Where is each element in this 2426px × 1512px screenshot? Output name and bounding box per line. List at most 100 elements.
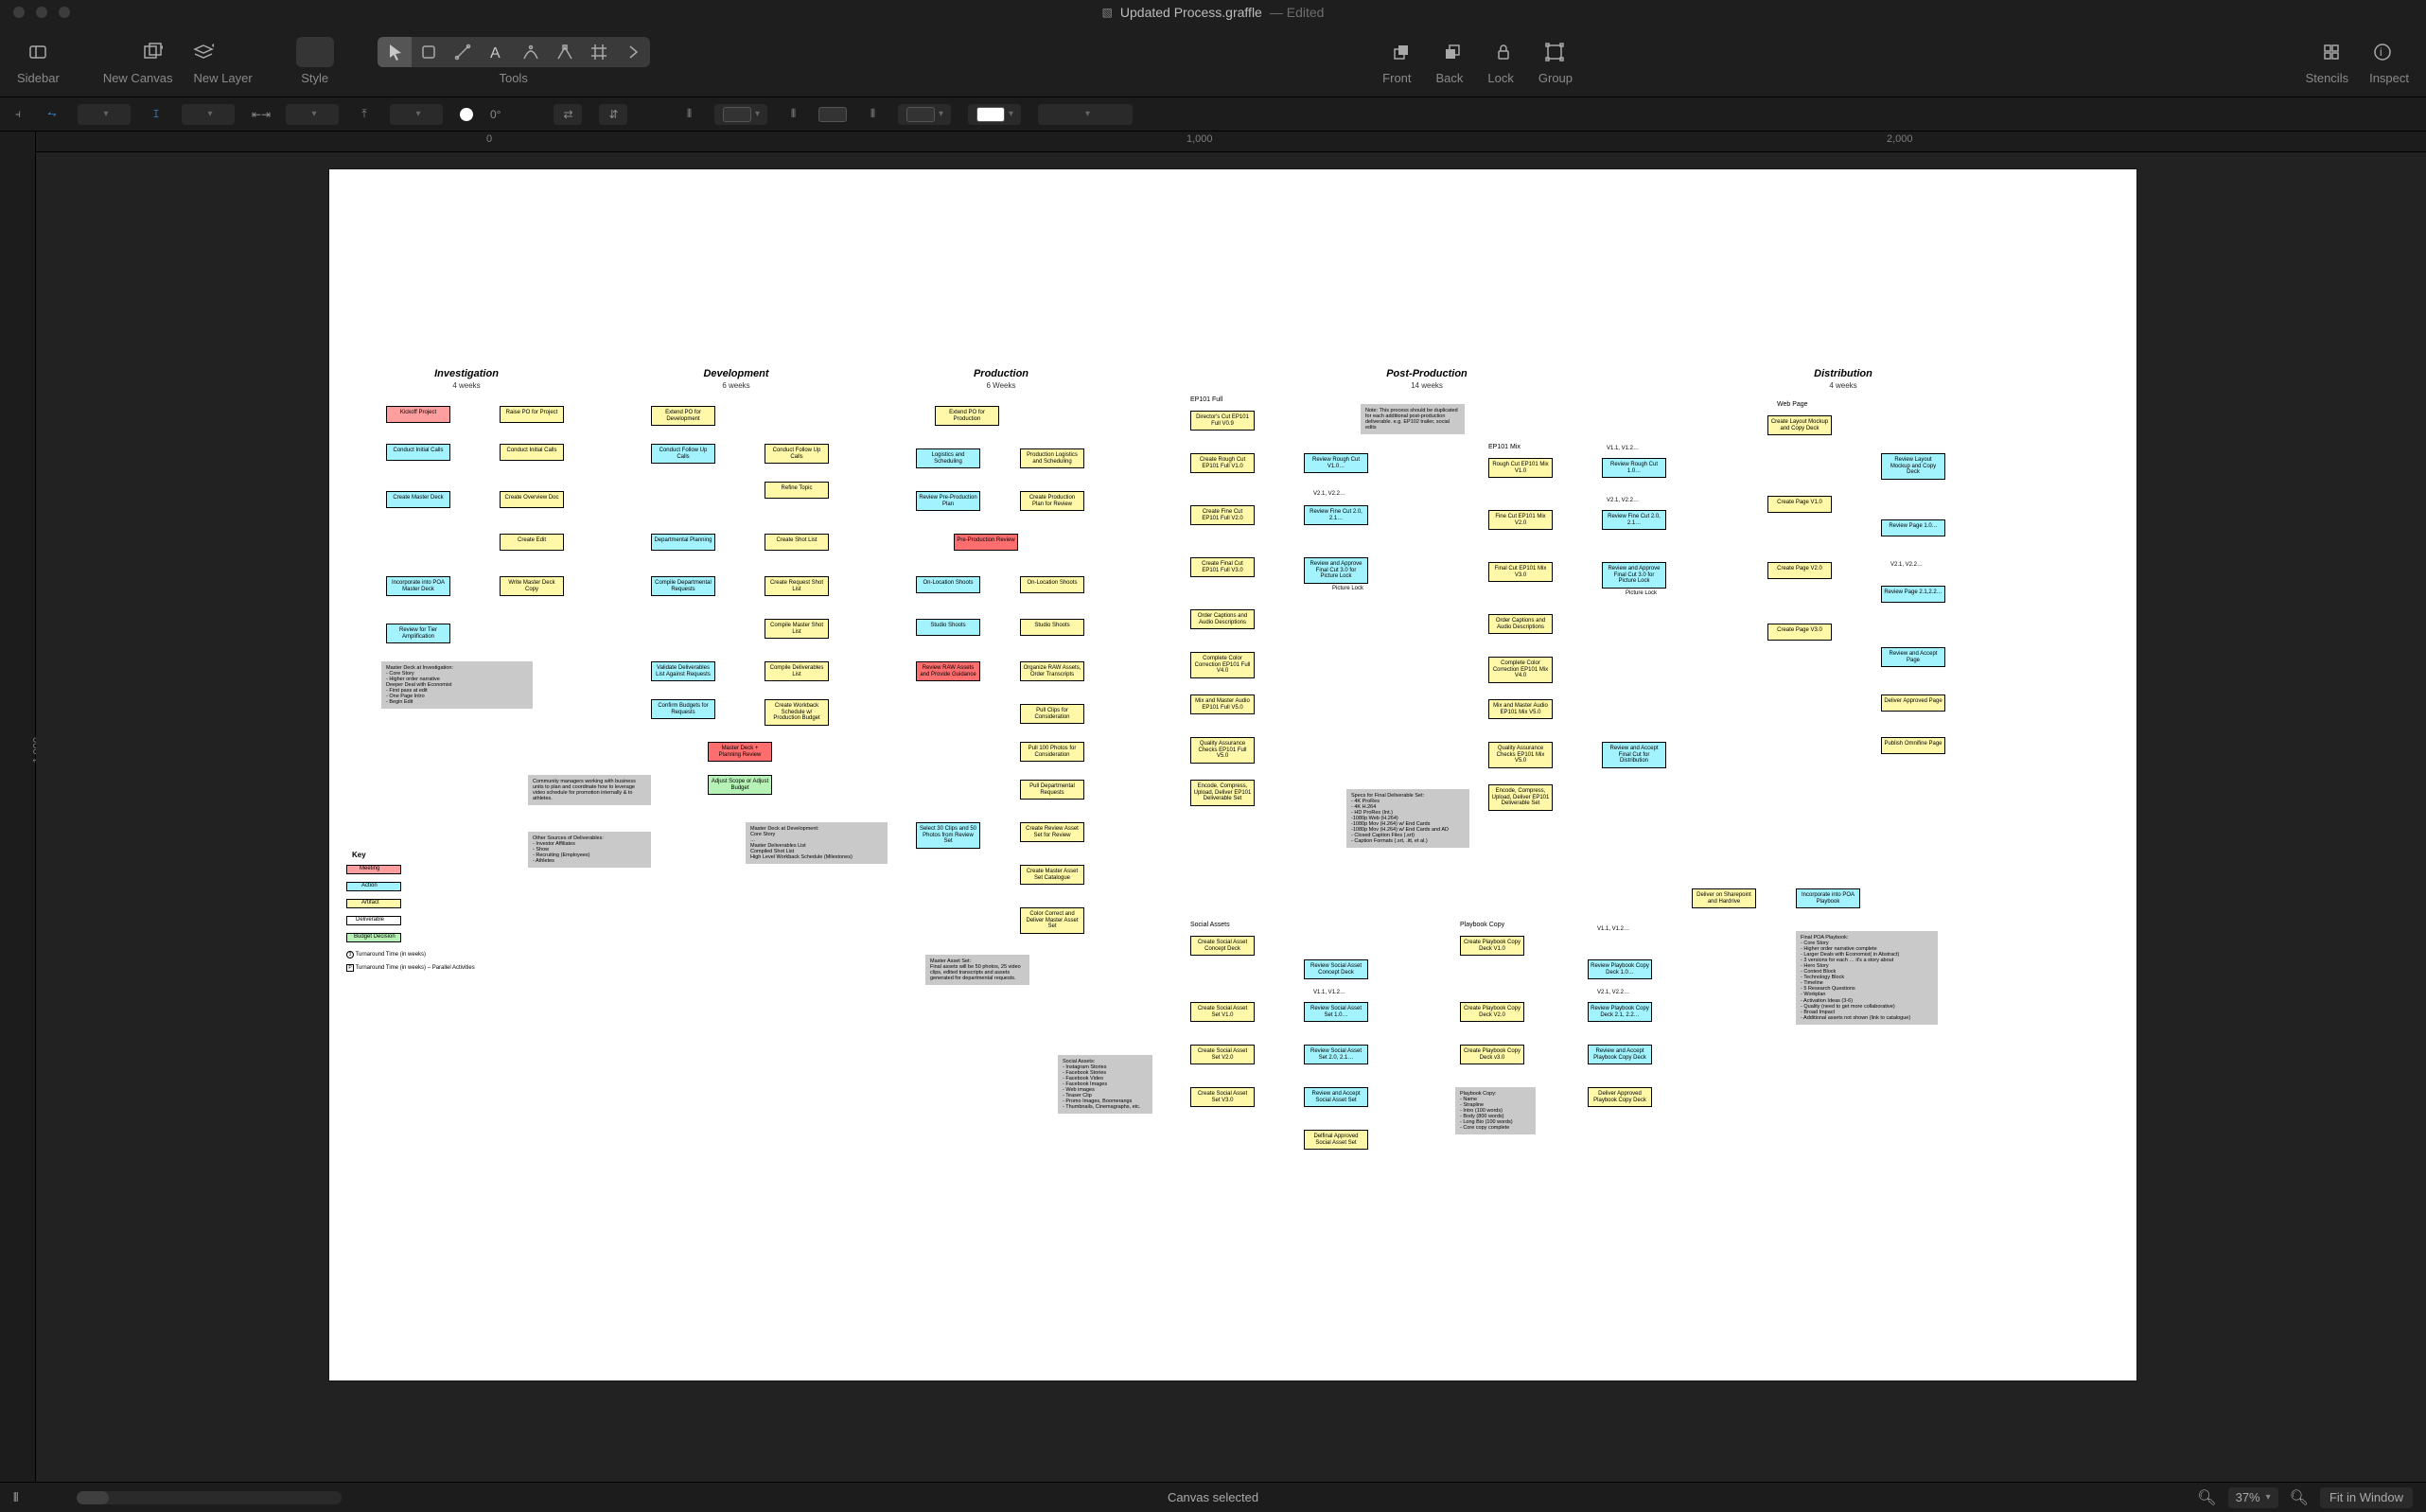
- prod-b15[interactable]: Pull Departmental Requests: [1020, 780, 1084, 800]
- horizontal-ruler[interactable]: 0 1,000 2,000: [36, 132, 2426, 152]
- inv-b8[interactable]: Incorporate into POA Master Deck: [386, 576, 450, 596]
- dev-b9[interactable]: Compile Master Shot List: [765, 619, 829, 639]
- inspect-button[interactable]: i: [2364, 37, 2401, 67]
- soc-s6[interactable]: Review Social Asset Set 2.0, 2.1…: [1304, 1045, 1368, 1064]
- d8[interactable]: Review and Accept Page: [1881, 647, 1945, 667]
- prod-b7[interactable]: On-Location Shoots: [916, 576, 980, 593]
- prod-b14[interactable]: Pull 100 Photos for Consideration: [1020, 742, 1084, 762]
- soc-s9[interactable]: Delfinal Approved Social Asset Set: [1304, 1130, 1368, 1150]
- d1[interactable]: Create Layout Mockup and Copy Deck: [1767, 415, 1832, 435]
- prod-b11[interactable]: Review RAW Assets and Provide Guidance: [916, 661, 980, 681]
- distribute-h-icon[interactable]: ⥊: [44, 107, 61, 121]
- prod-b19[interactable]: Color Correct and Deliver Master Asset S…: [1020, 907, 1084, 934]
- inv-b1[interactable]: Kickoff Project: [386, 406, 450, 423]
- post-a3[interactable]: Review Rough Cut V1.0…: [1304, 453, 1368, 473]
- d3[interactable]: Create Page V1.0: [1767, 496, 1832, 513]
- pb-p5[interactable]: Create Playbook Copy Deck v3.0: [1460, 1045, 1524, 1064]
- flip-h-button[interactable]: ⇄: [554, 104, 582, 125]
- dev-b13[interactable]: Create Workback Schedule w/ Production B…: [765, 699, 829, 726]
- inv-b4[interactable]: Conduct Initial Calls: [500, 444, 564, 461]
- point-edit-tool[interactable]: [548, 37, 582, 67]
- dev-b6[interactable]: Create Shot List: [765, 534, 829, 551]
- prod-b16[interactable]: Select 30 Clips and 50 Photos from Revie…: [916, 822, 980, 849]
- fit-in-window-button[interactable]: Fit in Window: [2320, 1487, 2413, 1508]
- pb-p7[interactable]: Deliver Approved Playbook Copy Deck: [1588, 1087, 1652, 1107]
- prod-b13[interactable]: Pull Clips for Consideration: [1020, 704, 1084, 724]
- post-a1[interactable]: Director's Cut EP101 Full V0.9: [1190, 411, 1255, 431]
- dev-b3[interactable]: Conduct Follow Up Calls: [765, 444, 829, 464]
- dev-b7[interactable]: Compile Departmental Requests: [651, 576, 715, 596]
- post-a10[interactable]: Mix and Master Audio EP101 Full V5.0: [1190, 694, 1255, 714]
- soc-s2[interactable]: Review Social Asset Concept Deck: [1304, 959, 1368, 979]
- line-style-select[interactable]: [1038, 104, 1133, 125]
- text-tool[interactable]: A: [480, 37, 514, 67]
- mix-m12[interactable]: Encode, Compress, Upload, Deliver EP101 …: [1488, 784, 1553, 811]
- mix-m2[interactable]: Review Rough Cut 1.0…: [1602, 458, 1666, 478]
- prod-note[interactable]: Master Asset Set: Final assets will be 5…: [925, 955, 1029, 985]
- inv-b9[interactable]: Write Master Deck Copy: [500, 576, 564, 596]
- soc-s7[interactable]: Create Social Asset Set V3.0: [1190, 1087, 1255, 1107]
- close-window-icon[interactable]: [13, 7, 25, 18]
- zoom-window-icon[interactable]: [59, 7, 70, 18]
- document-title[interactable]: ▧ Updated Process.graffle — Edited: [1102, 5, 1325, 20]
- flip-v-button[interactable]: ⇵: [599, 104, 627, 125]
- dev-b12[interactable]: Confirm Budgets for Requests: [651, 699, 715, 719]
- fill-color[interactable]: [968, 104, 1021, 125]
- post-a4[interactable]: Create Fine Cut EP101 Full V2.0: [1190, 505, 1255, 525]
- d2[interactable]: Review Layout Mockup and Copy Deck: [1881, 453, 1945, 480]
- width-field[interactable]: [78, 104, 131, 125]
- dev-b2[interactable]: Conduct Follow Up Calls: [651, 444, 715, 464]
- d0[interactable]: Deliver on Sharepoint and Hardrive: [1692, 888, 1756, 908]
- dev-note-side2[interactable]: Other Sources of Deliverables: - Investo…: [528, 832, 651, 868]
- mix-m10[interactable]: Quality Assurance Checks EP101 Mix V5.0: [1488, 742, 1553, 768]
- page-scroll-track[interactable]: [77, 1491, 342, 1504]
- mix-m6[interactable]: Review and Approve Final Cut 3.0 for Pic…: [1602, 562, 1666, 589]
- pb-p1[interactable]: Create Playbook Copy Deck V1.0: [1460, 936, 1524, 956]
- dev-b10[interactable]: Validate Deliverables List Against Reque…: [651, 661, 715, 681]
- post-a2[interactable]: Create Rough Cut EP101 Full V1.0: [1190, 453, 1255, 473]
- stroke-color-swatch[interactable]: [818, 107, 847, 122]
- inv-b5[interactable]: Create Master Deck: [386, 491, 450, 508]
- dev-note-side[interactable]: Community managers working with business…: [528, 775, 651, 805]
- mix-note-specs[interactable]: Specs for Final Deliverable Set: - 4K Pr…: [1346, 789, 1469, 848]
- d9[interactable]: Deliver Approved Page: [1881, 694, 1945, 712]
- post-note[interactable]: Note: This process should be duplicated …: [1361, 404, 1465, 434]
- font-field[interactable]: [182, 104, 235, 125]
- sidebar-toggle-button[interactable]: [19, 37, 57, 67]
- zoom-in-icon[interactable]: 🔍︎: [2290, 1488, 2309, 1507]
- pb-p6[interactable]: Review and Accept Playbook Copy Deck: [1588, 1045, 1652, 1064]
- pb-p4[interactable]: Review Playbook Copy Deck 2.1, 2.2…: [1588, 1002, 1652, 1022]
- prod-b8[interactable]: On-Location Shoots: [1020, 576, 1084, 593]
- page-scroll-thumb[interactable]: [77, 1491, 109, 1504]
- align-left-icon[interactable]: ⫞: [9, 107, 26, 121]
- rotation-knob[interactable]: [460, 108, 473, 121]
- dev-b11[interactable]: Compile Deliverables List: [765, 661, 829, 681]
- mix-m7[interactable]: Order Captions and Audio Descriptions: [1488, 614, 1553, 634]
- prod-b6[interactable]: Pre-Production Review: [954, 534, 1018, 551]
- pages-icon[interactable]: ⫴: [13, 1490, 18, 1505]
- inv-b7[interactable]: Create Edit: [500, 534, 564, 551]
- group-button[interactable]: [1536, 37, 1573, 67]
- distro-note[interactable]: Final POA Playbook: - Core Story - Highe…: [1796, 931, 1938, 1025]
- mix-m3[interactable]: Fine Cut EP101 Mix V2.0: [1488, 510, 1553, 530]
- vertical-ruler[interactable]: 1,000: [0, 132, 36, 1482]
- pb-p3[interactable]: Create Playbook Copy Deck V2.0: [1460, 1002, 1524, 1022]
- mix-m9[interactable]: Mix and Master Audio EP101 Mix V5.0: [1488, 699, 1553, 719]
- d0b[interactable]: Incorporate into POA Playbook: [1796, 888, 1860, 908]
- prod-b3[interactable]: Production Logistics and Scheduling: [1020, 448, 1084, 468]
- soc-s4[interactable]: Review Social Asset Set 1.0…: [1304, 1002, 1368, 1022]
- pb-p2[interactable]: Review Playbook Copy Deck 1.0…: [1588, 959, 1652, 979]
- hspacing-icon[interactable]: ⇤⇥: [252, 108, 269, 121]
- canvas-page[interactable]: Investigation 4 weeks Development 6 week…: [329, 169, 2136, 1380]
- prod-b5[interactable]: Create Production Plan for Review: [1020, 491, 1084, 511]
- post-a9[interactable]: Complete Color Correction EP101 Full V4.…: [1190, 652, 1255, 678]
- d10[interactable]: Publish Omnifine Page: [1881, 737, 1945, 754]
- zoom-level-select[interactable]: 37%: [2228, 1487, 2278, 1508]
- style-button[interactable]: [296, 37, 334, 67]
- inv-b3[interactable]: Conduct Initial Calls: [386, 444, 450, 461]
- post-a12[interactable]: Encode, Compress, Upload, Deliver EP101 …: [1190, 780, 1255, 806]
- inv-note[interactable]: Master Deck at Investigation: - Core Sto…: [381, 661, 533, 709]
- prod-b4[interactable]: Review Pre-Production Plan: [916, 491, 980, 511]
- soc-s5[interactable]: Create Social Asset Set V2.0: [1190, 1045, 1255, 1064]
- new-canvas-button[interactable]: [133, 37, 171, 67]
